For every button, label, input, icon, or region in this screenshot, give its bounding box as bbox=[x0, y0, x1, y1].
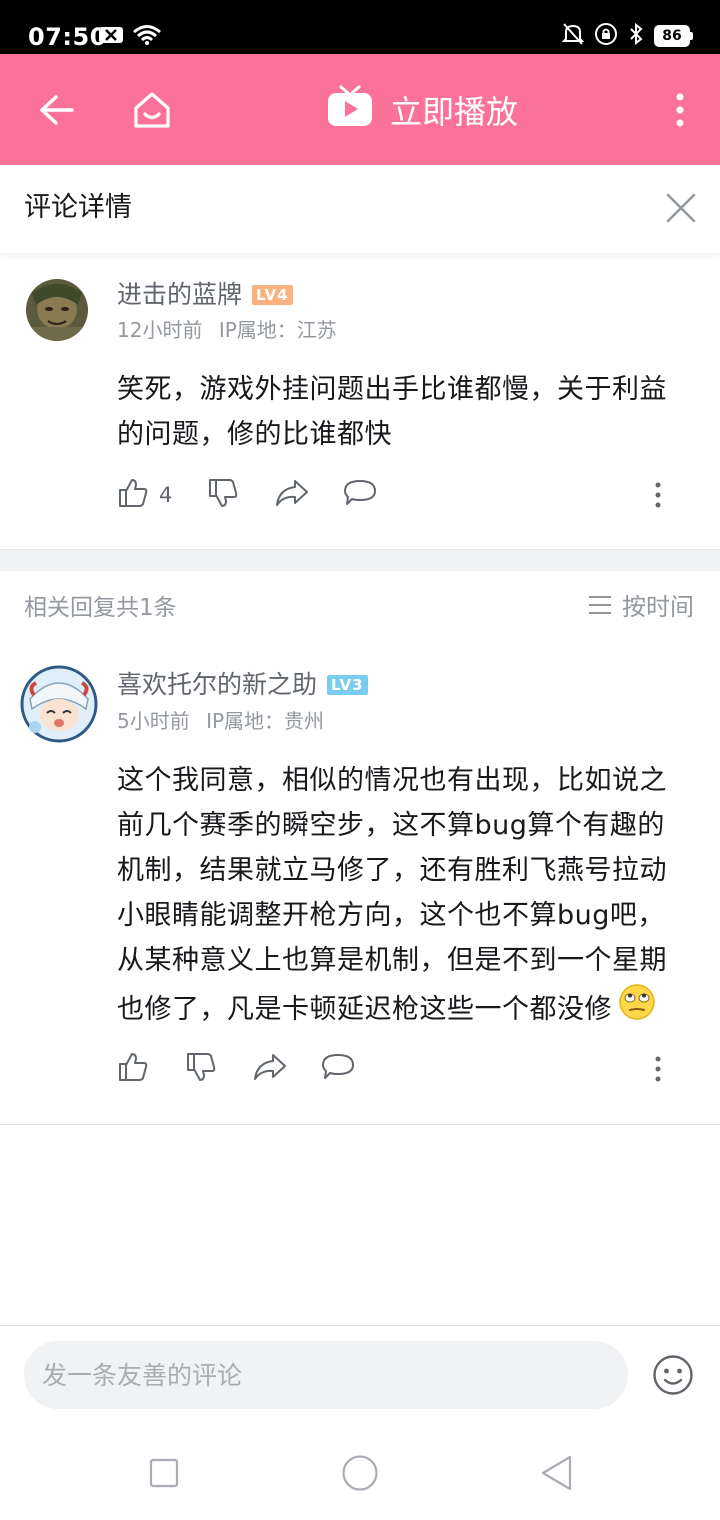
content-line: 的问题，修的比谁都快 bbox=[117, 419, 392, 450]
battery-icon: 86 bbox=[654, 25, 693, 47]
status-bar: 07:50 86 bbox=[0, 0, 720, 54]
thumb-down-icon bbox=[207, 477, 239, 513]
level-badge: LV4 bbox=[252, 285, 293, 305]
list-divider bbox=[0, 1124, 720, 1125]
level-badge: LV3 bbox=[327, 675, 368, 695]
comment-meta: 12小时前 IP属地：江苏 bbox=[117, 317, 347, 343]
content-line: 小眼睛能调整开枪方向，这个也不算bug吧， bbox=[117, 900, 665, 931]
more-vertical-icon[interactable] bbox=[654, 84, 706, 136]
content-line: 笑死，游戏外挂问题出手比谁都慢，关于利益 bbox=[117, 374, 667, 405]
system-nav-bar bbox=[0, 1427, 720, 1520]
username-text: 进击的蓝牌 bbox=[117, 280, 243, 309]
lock-rotation-icon bbox=[594, 22, 618, 50]
content-line: 机制，结果就立马修了，还有胜利飞燕号拉动 bbox=[117, 855, 667, 886]
share-icon bbox=[253, 1052, 287, 1086]
reply-button[interactable] bbox=[321, 1051, 389, 1087]
thumb-up-icon bbox=[117, 477, 149, 513]
top-nav-bar: 立即播放 bbox=[0, 54, 720, 165]
content-line: 这个我同意，相似的情况也有出现，比如说之 bbox=[117, 765, 667, 796]
close-box-icon bbox=[98, 25, 124, 49]
comment-time: 12小时前 bbox=[117, 318, 203, 342]
more-options-icon[interactable] bbox=[646, 1051, 670, 1087]
main-comment: 进击的蓝牌 LV4 12小时前 IP属地：江苏 笑死，游戏外挂问题出手比谁都慢，… bbox=[0, 253, 720, 549]
bluetooth-icon bbox=[628, 22, 644, 50]
avatar[interactable] bbox=[26, 279, 88, 341]
sort-button[interactable]: 按时间 bbox=[588, 591, 694, 623]
comment-detail-header: 评论详情 bbox=[0, 165, 720, 253]
sort-lines-icon bbox=[588, 591, 612, 623]
reply-button[interactable] bbox=[343, 477, 411, 513]
content-line: 从某种意义上也算是机制，但是不到一个星期 bbox=[117, 945, 667, 976]
reply-ip: IP属地：贵州 bbox=[206, 709, 325, 733]
comment-username[interactable]: 进击的蓝牌 LV4 bbox=[117, 279, 293, 311]
share-button[interactable] bbox=[253, 1051, 321, 1087]
play-now-label: 立即播放 bbox=[390, 93, 519, 131]
eye-roll-emoji-icon bbox=[618, 983, 656, 1035]
play-now-button[interactable]: 立即播放 bbox=[326, 84, 518, 136]
more-options-icon[interactable] bbox=[646, 477, 670, 513]
comment-input[interactable] bbox=[24, 1341, 628, 1409]
reply-comment: 喜欢托尔的新之助 LV3 5小时前 IP属地：贵州 这个我同意，相似的情况也有出… bbox=[0, 645, 720, 1125]
content-line-text: 也修了，凡是卡顿延迟枪这些一个都没修 bbox=[117, 993, 612, 1025]
share-icon bbox=[275, 478, 309, 512]
avatar[interactable] bbox=[20, 665, 98, 743]
reply-meta: 5小时前 IP属地：贵州 bbox=[117, 708, 334, 734]
back-arrow-icon[interactable] bbox=[30, 84, 82, 136]
status-time: 07:50 bbox=[28, 23, 107, 51]
thumb-down-icon bbox=[185, 1051, 217, 1087]
recents-square-icon[interactable] bbox=[144, 1453, 184, 1493]
tv-icon bbox=[326, 84, 374, 136]
share-button[interactable] bbox=[275, 477, 343, 513]
comment-content: 笑死，游戏外挂问题出手比谁都慢，关于利益 的问题，修的比谁都快 bbox=[117, 367, 702, 457]
home-circle-icon[interactable] bbox=[340, 1453, 380, 1493]
page-title: 评论详情 bbox=[24, 192, 132, 223]
comment-input-bar bbox=[0, 1325, 720, 1427]
replies-header: 相关回复共1条 按时间 bbox=[0, 571, 720, 645]
reply-username[interactable]: 喜欢托尔的新之助 LV3 bbox=[117, 669, 368, 701]
content-line: 前几个赛季的瞬空步，这不算bug算个有趣的 bbox=[117, 810, 665, 841]
reply-count: 相关回复共1条 bbox=[24, 595, 177, 621]
comment-actions: 4 bbox=[117, 477, 411, 513]
wifi-icon bbox=[132, 24, 162, 50]
section-divider bbox=[0, 549, 720, 571]
content-line-last: 也修了，凡是卡顿延迟枪这些一个都没修 bbox=[117, 983, 702, 1035]
reply-actions bbox=[117, 1051, 389, 1087]
reply-time: 5小时前 bbox=[117, 709, 190, 733]
mute-icon bbox=[561, 22, 585, 50]
thumb-up-icon bbox=[117, 1051, 149, 1087]
like-button[interactable] bbox=[117, 1051, 185, 1087]
username-text: 喜欢托尔的新之助 bbox=[117, 670, 318, 699]
comment-ip: IP属地：江苏 bbox=[218, 318, 337, 342]
comment-bubble-icon bbox=[343, 478, 377, 512]
back-triangle-icon[interactable] bbox=[536, 1453, 576, 1493]
emoji-icon[interactable] bbox=[652, 1354, 694, 1396]
reply-content: 这个我同意，相似的情况也有出现，比如说之 前几个赛季的瞬空步，这不算bug算个有… bbox=[117, 758, 702, 1035]
like-count: 4 bbox=[159, 483, 173, 507]
dislike-button[interactable] bbox=[185, 1051, 253, 1087]
dislike-button[interactable] bbox=[207, 477, 275, 513]
like-button[interactable]: 4 bbox=[117, 477, 207, 513]
comment-bubble-icon bbox=[321, 1052, 355, 1086]
close-icon[interactable] bbox=[664, 191, 698, 225]
sort-label: 按时间 bbox=[622, 593, 694, 621]
home-icon[interactable] bbox=[126, 84, 178, 136]
